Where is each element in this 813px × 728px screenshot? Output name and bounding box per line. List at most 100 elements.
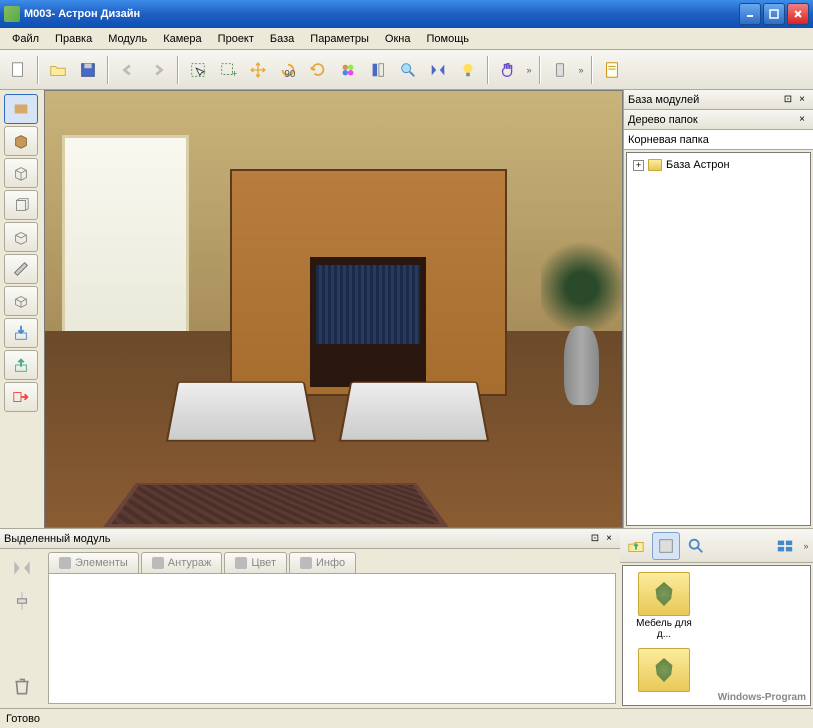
- svg-text:+: +: [232, 69, 237, 79]
- rotate90-button[interactable]: 90: [274, 56, 302, 84]
- selected-module-sidebar: [0, 549, 44, 708]
- zoom-button[interactable]: [394, 56, 422, 84]
- save-button[interactable]: [74, 56, 102, 84]
- tool-export-up[interactable]: [4, 350, 38, 380]
- mirror-v-button[interactable]: [364, 56, 392, 84]
- palette-icon: [235, 557, 247, 569]
- room-books: [316, 265, 420, 343]
- titlebar: М003- Астрон Дизайн: [0, 0, 813, 28]
- menu-help[interactable]: Помощь: [418, 30, 477, 48]
- close-tree-icon[interactable]: ×: [795, 113, 809, 127]
- tree-node-label: База Астрон: [666, 159, 730, 171]
- toolbar-overflow[interactable]: »: [524, 65, 534, 75]
- menu-edit[interactable]: Правка: [47, 30, 100, 48]
- select-button[interactable]: [184, 56, 212, 84]
- leaf-icon: [652, 582, 676, 606]
- light-button[interactable]: [454, 56, 482, 84]
- browser-list[interactable]: Мебель для д... Windows-Program: [622, 565, 811, 706]
- menu-project[interactable]: Проект: [210, 30, 262, 48]
- browser-item[interactable]: [629, 648, 699, 692]
- tool-box-solid[interactable]: [4, 126, 38, 156]
- close-panel-icon[interactable]: ×: [795, 93, 809, 107]
- report-button[interactable]: [598, 56, 626, 84]
- tool-material[interactable]: [4, 94, 38, 124]
- menu-params[interactable]: Параметры: [302, 30, 377, 48]
- device-button[interactable]: [546, 56, 574, 84]
- maximize-button[interactable]: [763, 3, 785, 25]
- toolbar-overflow-2[interactable]: »: [576, 65, 586, 75]
- browser-up-button[interactable]: [622, 532, 650, 560]
- room-bed-1: [166, 382, 317, 443]
- browser-overflow[interactable]: »: [801, 541, 811, 551]
- tab-color[interactable]: Цвет: [224, 552, 287, 573]
- tool-box-wire[interactable]: [4, 158, 38, 188]
- folder-tree-header: Дерево папок ×: [624, 110, 813, 130]
- watermark: Windows-Program: [718, 692, 806, 703]
- tab-entourage-label: Антураж: [168, 557, 212, 569]
- left-toolbar: [0, 90, 44, 528]
- module-base-title: База модулей: [628, 94, 781, 106]
- open-button[interactable]: [44, 56, 72, 84]
- browser-view-button[interactable]: [652, 532, 680, 560]
- module-browser: » Мебель для д... Windows-Program: [620, 529, 813, 708]
- menu-file[interactable]: Файл: [4, 30, 47, 48]
- selected-module-tabs: Элементы Антураж Цвет Инфо: [44, 549, 620, 573]
- selected-module-panel: Выделенный модуль ⊡ × Элементы Антураж Ц…: [0, 529, 620, 708]
- info-icon: [300, 557, 312, 569]
- menu-base[interactable]: База: [262, 30, 302, 48]
- room-window: [62, 135, 189, 353]
- menubar: Файл Правка Модуль Камера Проект База Па…: [0, 28, 813, 50]
- pin-selmod-icon[interactable]: ⊡: [588, 532, 602, 546]
- folder-tree[interactable]: + База Астрон: [626, 152, 811, 526]
- browser-search-button[interactable]: [682, 532, 710, 560]
- menu-module[interactable]: Модуль: [100, 30, 155, 48]
- tab-elements[interactable]: Элементы: [48, 552, 139, 573]
- statusbar: Готово: [0, 708, 813, 728]
- flip-icon[interactable]: [11, 557, 33, 582]
- tool-module[interactable]: [4, 286, 38, 316]
- pan-button[interactable]: [494, 56, 522, 84]
- browser-layout-button[interactable]: [771, 532, 799, 560]
- tab-info[interactable]: Инфо: [289, 552, 356, 573]
- tool-box-open[interactable]: [4, 222, 38, 252]
- tab-color-label: Цвет: [251, 557, 276, 569]
- tool-edge[interactable]: [4, 254, 38, 284]
- viewport-3d[interactable]: [44, 90, 623, 528]
- tool-export-right[interactable]: [4, 382, 38, 412]
- folder-thumb-icon: [638, 572, 690, 616]
- mirror-h-button[interactable]: [424, 56, 452, 84]
- slider-icon[interactable]: [11, 590, 33, 615]
- tab-entourage[interactable]: Антураж: [141, 552, 223, 573]
- redo-button[interactable]: [144, 56, 172, 84]
- browser-item[interactable]: Мебель для д...: [629, 572, 699, 640]
- color-button[interactable]: [334, 56, 362, 84]
- window-title: М003- Астрон Дизайн: [24, 8, 737, 20]
- select-add-button[interactable]: +: [214, 56, 242, 84]
- expand-icon[interactable]: +: [633, 160, 644, 171]
- folder-tree-title: Дерево папок: [628, 114, 795, 126]
- tool-import[interactable]: [4, 318, 38, 348]
- tab-elements-label: Элементы: [75, 557, 128, 569]
- separator: [177, 56, 179, 84]
- folder-thumb-icon: [638, 648, 690, 692]
- room-vase: [564, 326, 599, 404]
- app-icon: [4, 6, 20, 22]
- browser-toolbar: »: [620, 529, 813, 563]
- menu-windows[interactable]: Окна: [377, 30, 419, 48]
- tool-panel[interactable]: [4, 190, 38, 220]
- leaf-icon: [652, 658, 676, 682]
- trash-icon[interactable]: [11, 675, 33, 700]
- minimize-button[interactable]: [739, 3, 761, 25]
- selected-module-header: Выделенный модуль ⊡ ×: [0, 529, 620, 549]
- status-text: Готово: [6, 713, 40, 725]
- new-button[interactable]: [4, 56, 32, 84]
- folder-icon: [648, 159, 662, 171]
- pin-icon[interactable]: ⊡: [781, 93, 795, 107]
- move-button[interactable]: [244, 56, 272, 84]
- menu-camera[interactable]: Камера: [155, 30, 209, 48]
- close-button[interactable]: [787, 3, 809, 25]
- undo-button[interactable]: [114, 56, 142, 84]
- rotate-button[interactable]: [304, 56, 332, 84]
- tree-node[interactable]: + База Астрон: [631, 157, 806, 173]
- close-selmod-icon[interactable]: ×: [602, 532, 616, 546]
